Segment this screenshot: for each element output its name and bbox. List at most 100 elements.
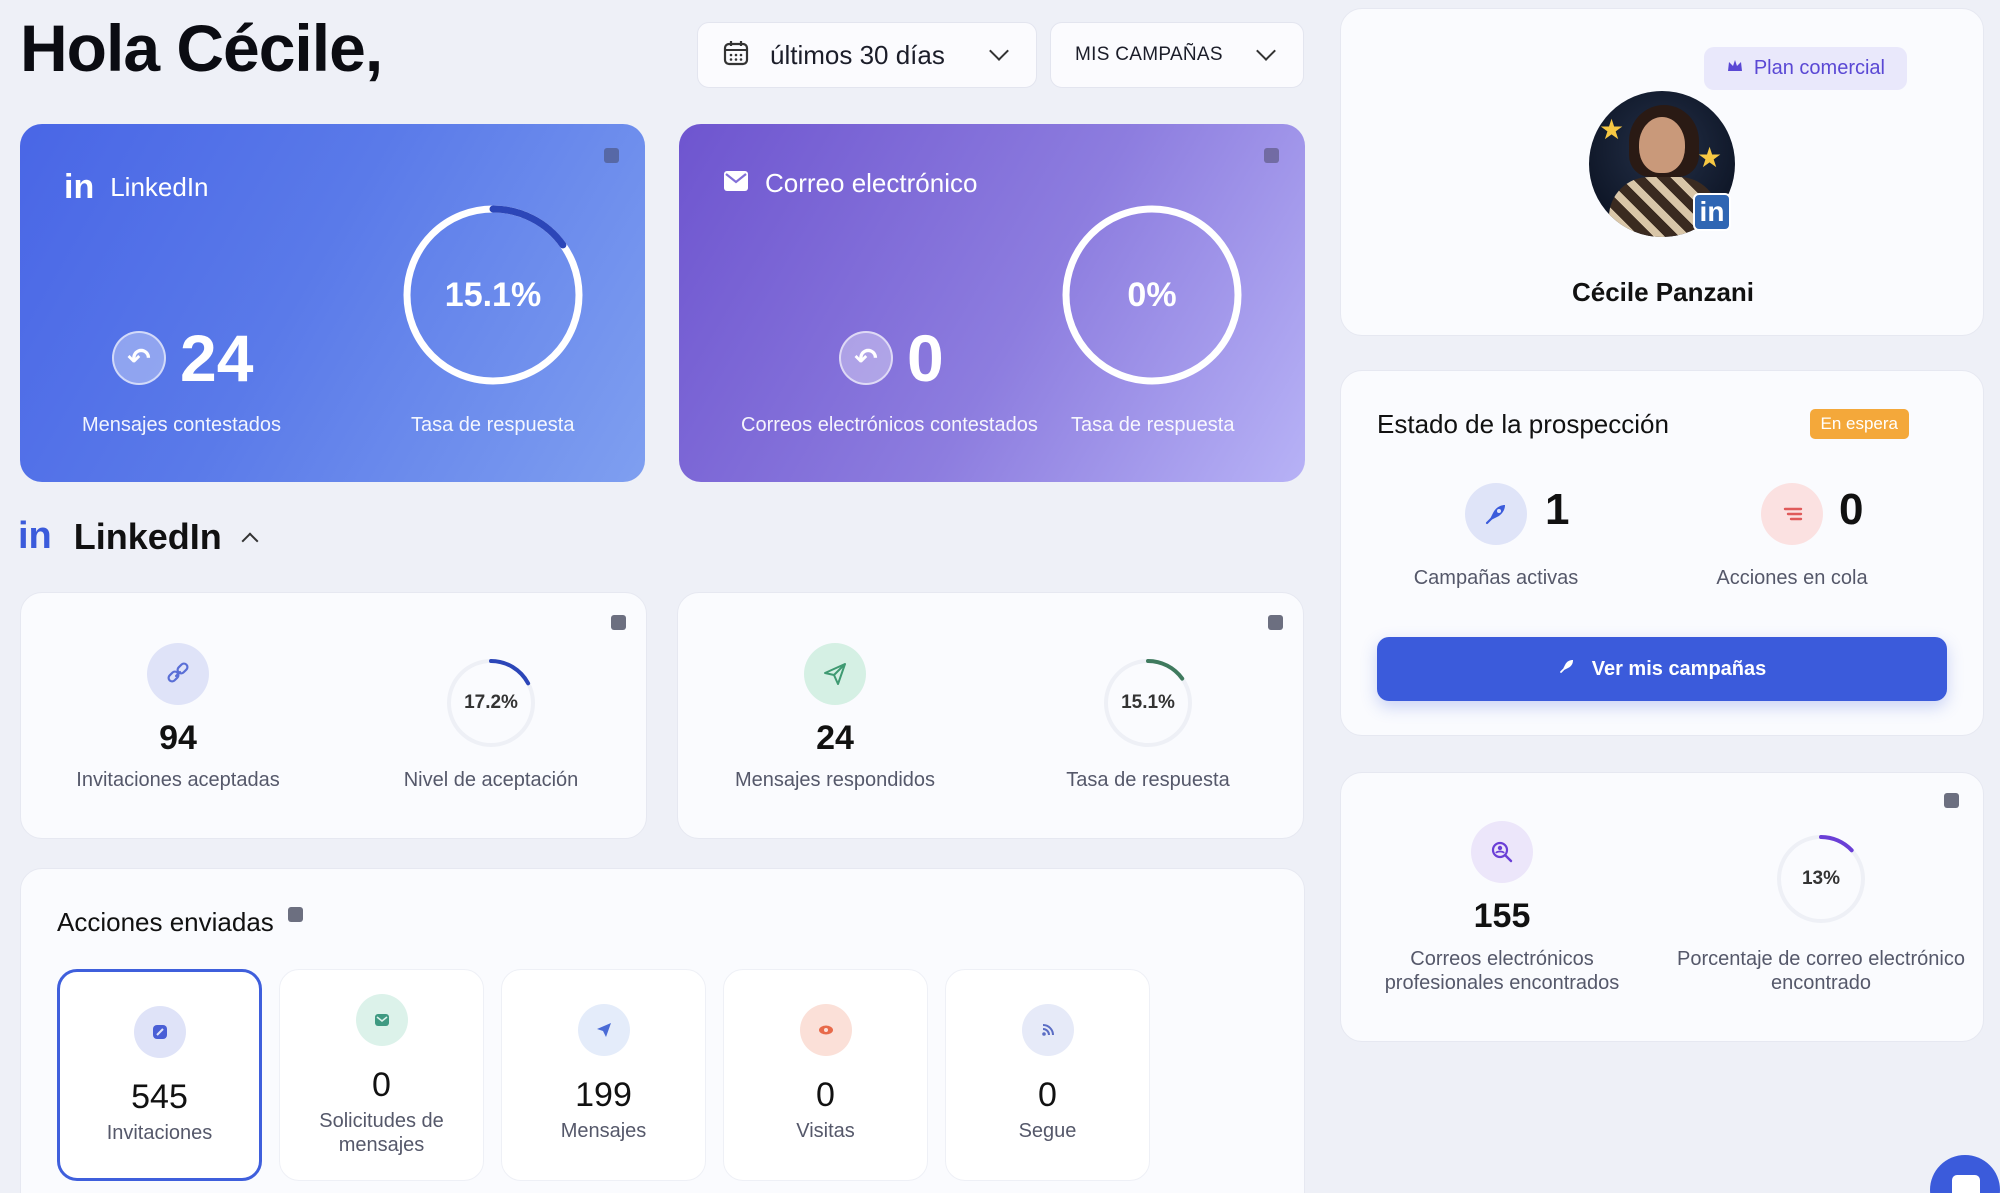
chevron-up-icon[interactable] <box>241 532 259 549</box>
info-icon[interactable] <box>287 907 303 922</box>
info-icon[interactable] <box>604 148 619 163</box>
message-request-icon <box>355 994 408 1046</box>
actions-sent-label: Acciones enviadas <box>57 907 274 937</box>
emails-found-caption: Correos electrónicos profesionales encon… <box>1384 948 1620 994</box>
email-summary-card: Correo electrónico ↶ 0 Correos electróni… <box>679 124 1305 482</box>
plan-label: Plan comercial <box>1753 57 1885 79</box>
crown-icon <box>1726 57 1744 80</box>
tile-value: 0 <box>816 1076 835 1114</box>
info-icon[interactable] <box>611 615 626 630</box>
linkedin-replied-caption: Mensajes contestados <box>82 414 282 436</box>
status-badge: En espera <box>1809 409 1909 439</box>
linkedin-icon: in <box>18 515 52 557</box>
tile-value: 0 <box>1038 1076 1057 1114</box>
date-range-value: últimos 30 días <box>770 39 945 70</box>
linkedin-replied-value: 24 <box>180 321 254 395</box>
emails-found-rate-caption: Porcentaje de correo electrónico encontr… <box>1677 948 1965 994</box>
plan-badge[interactable]: Plan comercial <box>1703 47 1907 90</box>
rocket-icon <box>1558 657 1576 681</box>
email-replied-caption: Correos electrónicos contestados <box>741 414 1038 436</box>
link-icon <box>147 643 209 705</box>
date-range-dropdown[interactable]: últimos 30 días <box>697 22 1037 88</box>
linkedin-rate-caption: Tasa de respuesta <box>411 414 575 436</box>
linkedin-badge-icon: in <box>1693 193 1731 231</box>
linkedin-rate-value: 15.1% <box>444 275 542 314</box>
linkedin-replied-count: ↶ 24 <box>112 320 253 396</box>
reply-icon: ↶ <box>112 331 166 385</box>
eye-icon <box>799 1004 852 1056</box>
reply-icon: ↶ <box>839 331 893 385</box>
response-rate-value: 15.1% <box>1121 692 1175 713</box>
star-icon: ★ <box>1599 114 1625 145</box>
tile-label: Segue <box>1018 1120 1077 1142</box>
info-icon[interactable] <box>1944 793 1959 808</box>
profile-name: Cécile Panzani <box>1571 277 1755 307</box>
messages-replied-value: 24 <box>816 719 854 757</box>
prospecting-status-title: Estado de la prospección <box>1377 409 1669 439</box>
linkedin-summary-card: in LinkedIn ↶ 24 Mensajes contestados 15… <box>20 124 645 482</box>
linkedin-icon: in <box>64 168 95 206</box>
linkedin-title-label: LinkedIn <box>110 172 209 202</box>
search-user-icon <box>1471 821 1533 883</box>
email-replied-value: 0 <box>907 321 944 395</box>
linkedin-section-header[interactable]: in LinkedIn <box>18 515 259 558</box>
tile-visits[interactable]: 0 Visitas <box>723 969 928 1181</box>
tile-label: Invitaciones <box>106 1122 213 1144</box>
section-title: LinkedIn <box>73 515 222 557</box>
tile-value: 199 <box>575 1076 632 1114</box>
email-rate-value: 0% <box>1127 275 1177 314</box>
email-rate-caption: Tasa de respuesta <box>1071 414 1235 436</box>
envelope-icon <box>723 168 749 199</box>
view-campaigns-button[interactable]: Ver mis campañas <box>1377 637 1947 701</box>
actions-sent-title: Acciones enviadas <box>57 907 303 938</box>
emails-found-rate-value: 13% <box>1801 868 1841 889</box>
rocket-icon <box>1465 483 1527 545</box>
tile-follows[interactable]: 0 Segue <box>945 969 1150 1181</box>
emails-found-value: 155 <box>1473 897 1531 935</box>
tile-label: Solicitudes de mensajes <box>319 1110 444 1156</box>
tile-message-requests[interactable]: 0 Solicitudes de mensajes <box>279 969 484 1181</box>
queued-actions-value: 0 <box>1839 485 1864 534</box>
queued-actions-caption: Acciones en cola <box>1716 567 1868 589</box>
emails-found-card: 155 Correos electrónicos profesionales e… <box>1340 772 1984 1042</box>
tile-value: 0 <box>372 1066 391 1104</box>
calendar-icon <box>722 39 750 72</box>
chevron-down-icon <box>989 41 1009 61</box>
info-icon[interactable] <box>1268 615 1283 630</box>
invitation-icon <box>133 1006 186 1058</box>
acceptance-rate-caption: Nivel de aceptación <box>403 769 579 791</box>
invitations-accepted-value: 94 <box>159 719 197 757</box>
email-card-title: Correo electrónico <box>723 168 977 199</box>
invitations-stat-card: 94 Invitaciones aceptadas 17.2% Nivel de… <box>20 592 647 839</box>
active-campaigns-caption: Campañas activas <box>1413 567 1579 589</box>
view-campaigns-label: Ver mis campañas <box>1591 657 1767 680</box>
chat-launcher-button[interactable] <box>1930 1155 2000 1193</box>
rss-icon <box>1021 1004 1074 1056</box>
paper-plane-icon <box>577 1004 630 1056</box>
acceptance-rate-value: 17.2% <box>464 692 518 713</box>
prospecting-status-card: Estado de la prospección En espera 1 Cam… <box>1340 370 1984 736</box>
chat-icon <box>1952 1175 1980 1193</box>
paper-plane-icon <box>804 643 866 705</box>
response-rate-caption: Tasa de respuesta <box>1066 769 1230 791</box>
info-icon[interactable] <box>1264 148 1279 163</box>
tile-invitations[interactable]: 545 Invitaciones <box>57 969 262 1181</box>
tile-label: Visitas <box>796 1120 855 1142</box>
star-icon: ★ <box>1697 142 1723 173</box>
messages-stat-card: 24 Mensajes respondidos 15.1% Tasa de re… <box>677 592 1304 839</box>
active-campaigns-value: 1 <box>1545 485 1570 534</box>
messages-replied-caption: Mensajes respondidos <box>734 769 936 791</box>
campaigns-dropdown[interactable]: MIS CAMPAÑAS <box>1050 22 1304 88</box>
chevron-down-icon <box>1256 41 1276 61</box>
campaigns-value: MIS CAMPAÑAS <box>1075 44 1223 65</box>
profile-card: Plan comercial ★ ★ in Cécile Panzani <box>1340 8 1984 336</box>
tile-messages[interactable]: 199 Mensajes <box>501 969 706 1181</box>
email-replied-count: ↶ 0 <box>839 320 944 396</box>
email-title-label: Correo electrónico <box>765 168 978 198</box>
tile-label: Mensajes <box>560 1120 647 1142</box>
linkedin-card-title: in LinkedIn <box>64 168 209 207</box>
actions-sent-card: Acciones enviadas 545 Invitaciones 0 Sol… <box>20 868 1305 1193</box>
queue-icon <box>1761 483 1823 545</box>
tile-value: 545 <box>131 1078 188 1116</box>
invitations-accepted-caption: Invitaciones aceptadas <box>76 769 280 791</box>
